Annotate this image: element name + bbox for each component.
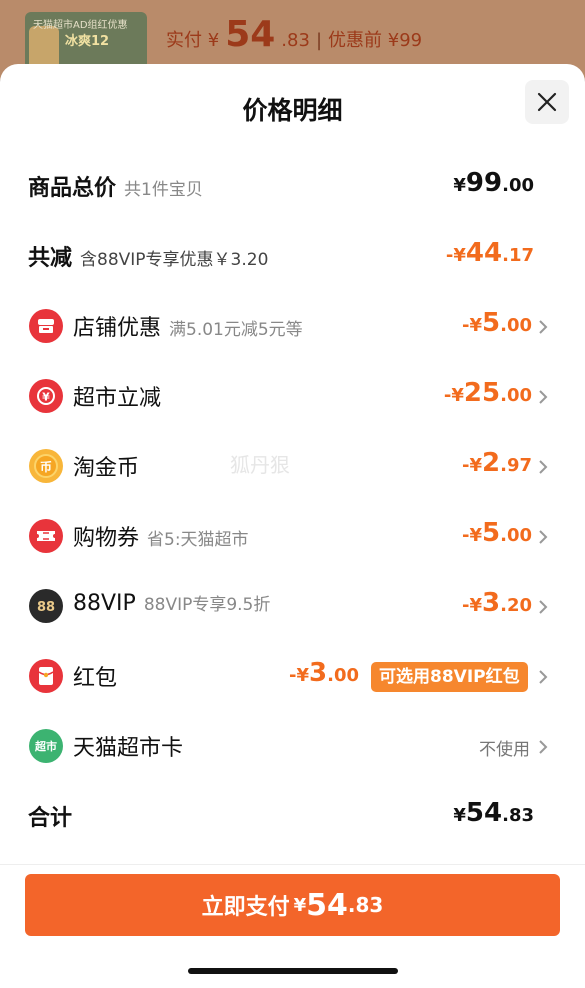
close-icon <box>537 92 557 112</box>
row-88vip[interactable]: 88 88VIP 88VIP专享9.5折 -¥3.20 <box>0 582 585 632</box>
total-sub: 共1件宝贝 <box>124 180 203 200</box>
vip-icon: 88 <box>29 589 63 623</box>
sum-label: 合计 <box>28 806 73 831</box>
coin-icon: 币 <box>29 449 63 483</box>
svg-text:币: 币 <box>40 460 52 474</box>
store-sub: 满5.01元减5元等 <box>169 320 303 340</box>
reduce-amount: -¥44.17 <box>445 238 534 268</box>
red-packet-label: 红包 <box>73 666 118 691</box>
market-label: 超市立减 <box>73 386 162 411</box>
pay-currency: ¥ <box>293 894 307 916</box>
supermarket-card-icon: 超市 <box>29 729 63 763</box>
row-total: 商品总价 共1件宝贝 ¥99.00 <box>0 162 585 212</box>
coin-label: 淘金币 <box>73 456 140 481</box>
chevron-right-icon <box>539 320 548 334</box>
background-price: 实付 ¥ 54.83 | 优惠前 ¥99 <box>166 14 422 55</box>
pay-now-button[interactable]: 立即支付 ¥ 54 .83 <box>25 874 560 936</box>
row-shopping-coupon[interactable]: 购物券 省5:天猫超市 -¥5.00 <box>0 512 585 562</box>
thumb-top-text: 天猫超市AD组红优惠 <box>33 20 128 31</box>
chevron-right-icon <box>539 740 548 754</box>
coupon-amount: -¥5.00 <box>462 518 532 548</box>
pay-label: 立即支付 <box>201 895 290 920</box>
home-indicator <box>188 968 398 974</box>
discount-icon: ¥ <box>29 379 63 413</box>
chevron-right-icon <box>539 390 548 404</box>
product-thumbnail: 天猫超市AD组红优惠 冰爽12 <box>25 12 147 72</box>
sum-amount: ¥54.83 <box>453 798 534 828</box>
chevron-right-icon <box>539 600 548 614</box>
coupon-label: 购物券 省5:天猫超市 <box>73 526 249 551</box>
row-market-discount[interactable]: ¥ 超市立减 -¥25.00 <box>0 372 585 422</box>
row-red-packet[interactable]: 红包 -¥3.00 可选用88VIP红包 <box>0 652 585 702</box>
total-amount: ¥99.00 <box>453 168 534 198</box>
red-packet-amount: -¥3.00 <box>289 658 359 688</box>
row-reduce: 共减 含88VIP专享优惠￥3.20 -¥44.17 <box>0 232 585 282</box>
vip-label: 88VIP 88VIP专享9.5折 <box>73 591 271 616</box>
supermarket-card-icon-text: 超市 <box>35 740 57 753</box>
vip-amount: -¥3.20 <box>462 588 532 618</box>
vip-red-packet-badge[interactable]: 可选用88VIP红包 <box>371 662 528 692</box>
card-status: 不使用 <box>479 740 530 760</box>
pay-int: 54 <box>306 887 348 923</box>
row-sum: 合计 ¥54.83 <box>0 792 585 842</box>
chevron-right-icon <box>539 530 548 544</box>
store-icon <box>29 309 63 343</box>
paid-label: 实付 ¥ <box>166 30 220 51</box>
divider <box>0 864 585 865</box>
red-packet-icon <box>29 659 63 693</box>
reduce-sub: 含88VIP专享优惠￥3.20 <box>80 250 269 270</box>
store-label: 店铺优惠 满5.01元减5元等 <box>73 316 303 341</box>
market-amount: -¥25.00 <box>443 378 532 408</box>
close-button[interactable] <box>525 80 569 124</box>
coupon-sub: 省5:天猫超市 <box>147 530 249 550</box>
row-taojinbi[interactable]: 币 淘金币 -¥2.97 <box>0 442 585 492</box>
row-store-discount[interactable]: 店铺优惠 满5.01元减5元等 -¥5.00 <box>0 302 585 352</box>
thumb-text: 冰爽12 <box>65 34 110 49</box>
sheet-title: 价格明细 <box>242 96 343 125</box>
store-amount: -¥5.00 <box>462 308 532 338</box>
pay-dec: .83 <box>347 893 384 917</box>
chevron-right-icon <box>539 670 548 684</box>
watermark: 狐丹狠 <box>230 453 290 477</box>
row-supermarket-card[interactable]: 超市 天猫超市卡 不使用 <box>0 722 585 772</box>
vip-sub: 88VIP专享9.5折 <box>143 595 271 615</box>
coin-amount: -¥2.97 <box>462 448 532 478</box>
total-label: 商品总价 共1件宝贝 <box>28 176 203 201</box>
chevron-right-icon <box>539 460 548 474</box>
original-price: 优惠前 ¥99 <box>328 30 423 51</box>
price-separator: | <box>315 30 323 51</box>
card-label: 天猫超市卡 <box>73 736 184 761</box>
svg-text:¥: ¥ <box>42 391 50 404</box>
reduce-label: 共减 含88VIP专享优惠￥3.20 <box>28 246 269 271</box>
coupon-icon <box>29 519 63 553</box>
price-detail-sheet: 价格明细 商品总价 共1件宝贝 ¥99.00 共减 含88VIP专享优惠￥3.20 … <box>0 64 585 988</box>
paid-dec: .83 <box>281 30 310 51</box>
paid-int: 54 <box>225 14 276 55</box>
svg-text:88: 88 <box>37 600 55 614</box>
